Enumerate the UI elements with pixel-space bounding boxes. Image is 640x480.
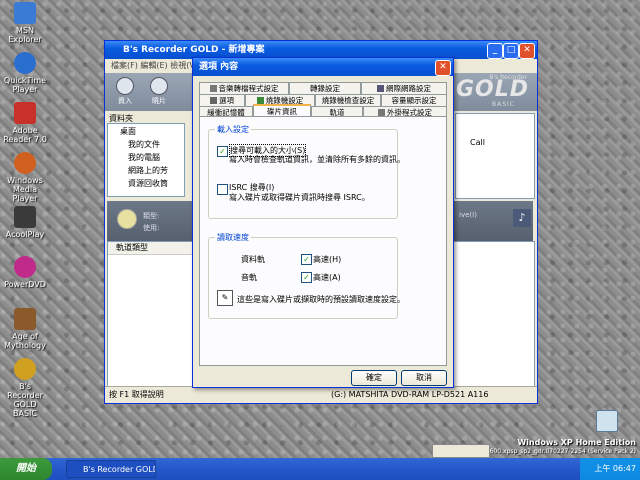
used-label: 使用: [143,224,160,232]
audio-high-label[interactable]: 高速(A) [313,272,341,283]
desktop-icon-bsrecorder[interactable]: B's Recorder GOLD BASIC [2,358,48,418]
acoolplay-icon [14,206,36,228]
music-icon[interactable]: ♪ [513,209,531,227]
desktop-icon-label: PowerDVD [4,280,46,289]
desktop-icon-label: AcoolPlay [5,230,45,239]
tab-label: 網際網路設定 [386,84,431,93]
data-high-checkbox[interactable]: ✓ [301,254,312,265]
tool-import[interactable]: 資入 [111,76,139,108]
task-label: B's Recorder GOLD - ... [83,465,155,474]
tree-item[interactable]: 網路上的芳 [108,163,184,176]
tab-label: 轉錄設定 [310,84,340,93]
tool-label: 曉片 [152,97,166,105]
folder-tree[interactable]: 桌面 我的文件 我的電腦 網路上的芳 資源回收筒 [107,123,185,197]
tab-label: 選項 [219,96,234,105]
globe-icon [377,85,384,92]
taskbar-item-bsrecorder[interactable]: B's Recorder GOLD - ... [66,460,156,478]
load-settings-title: 載入設定 [215,124,251,135]
audio-track-label: 音軌 [241,273,257,282]
msn-icon [14,2,36,24]
tree-item[interactable]: 我的電腦 [108,150,184,163]
watermark-line1: Windows XP Home Edition [517,438,636,447]
start-button[interactable]: 開始 [0,458,52,480]
desktop-icon-label: MSN Explorer [8,26,42,44]
cancel-button[interactable]: 取消 [401,370,447,386]
speed-info-icon: ✎ [217,290,233,306]
desktop-icon-label: Windows Media Player [7,176,43,203]
powerdvd-icon [14,256,36,278]
maximize-button[interactable]: □ [503,43,519,59]
data-high-label[interactable]: 高速(H) [313,254,341,265]
file-item[interactable]: Call [470,138,485,147]
tool-label: 資入 [118,97,132,105]
system-tray: 上午 06:47 [580,458,640,480]
options-dialog: 選項 內容 ✕ 音樂轉檔程式設定 轉錄設定 網際網路設定 選項 燒錄機設定 燒錄… [192,57,454,388]
music-icon [209,85,217,92]
quicktime-icon [14,52,36,74]
data-track-label: 資料軌 [241,255,265,264]
column-header[interactable]: 軌道類型 [108,242,194,255]
read-speed-title: 讀取速度 [215,232,251,243]
status-bar: 按 F1 取得說明 (G:) MATSHITA DVD-RAM LP-D521 … [105,386,537,403]
tab-label: 容量顯示設定 [391,96,437,105]
bs-recorder-icon [14,358,36,380]
cd-icon [117,209,137,229]
main-window-title: B's Recorder GOLD - 新增專案 [123,45,265,55]
dialog-title: 選項 內容 [199,62,239,72]
burner-icon [256,97,264,104]
logo-edition: BASIC [492,101,515,108]
tray-popup[interactable] [432,444,490,458]
tool-disc[interactable]: 曉片 [145,76,173,108]
close-button[interactable]: ✕ [519,43,535,59]
drive-label: ive(I) [459,211,477,219]
tab-label: 音樂轉檔程式設定 [218,84,279,93]
adobe-reader-icon [14,102,36,124]
file-panel[interactable]: Call [455,113,535,199]
tab-label: 碟片資訊 [267,107,297,116]
disc-info-page: 載入設定 ✓ 搜尋可載入的大小(S) 寫入時會檢查軌道資訊，並清除所有多餘的資訊… [199,116,447,366]
dialog-title-bar[interactable]: 選項 內容 ✕ [193,58,453,76]
search-size-checkbox[interactable]: ✓ [217,146,228,157]
desktop-icon-msn[interactable]: MSN Explorer [2,2,48,44]
clock[interactable]: 上午 06:47 [594,464,636,473]
dialog-close-button[interactable]: ✕ [435,60,451,76]
desktop-icon-label: Adobe Reader 7.0 [3,126,47,144]
import-icon [116,77,134,95]
tree-item[interactable]: 我的文件 [108,137,184,150]
plugin-icon [378,109,385,116]
taskbar: 開始 B's Recorder GOLD - ... 上午 06:47 [0,458,640,480]
disc-icon [150,77,168,95]
ok-button[interactable]: 確定 [351,370,397,386]
minimize-button[interactable]: _ [487,43,503,59]
audio-high-checkbox[interactable]: ✓ [301,272,312,283]
desktop-icon-aom[interactable]: Age of Mythology [2,308,48,350]
status-help: 按 F1 取得說明 [109,390,164,399]
desktop-icon-adobe[interactable]: Adobe Reader 7.0 [2,102,48,144]
tree-item[interactable]: 資源回收筒 [108,176,184,189]
watermark-line2: Build 2600.xpsp_sp2_gdr.070227-2254 (Ser… [468,448,636,455]
tree-item[interactable]: 桌面 [108,124,184,137]
isrc-checkbox[interactable] [217,184,228,195]
read-speed-group: 讀取速度 資料軌 ✓ 高速(H) 音軌 ✓ 高速(A) ✎ 這些是寫入碟片或擷取… [208,232,405,319]
age-of-mythology-icon [14,308,36,330]
isrc-desc: 寫入碟片或取得碟片資訊時搜尋 ISRC。 [229,193,370,202]
desktop-icon-acoolplay[interactable]: AcoolPlay [2,206,48,239]
logo-gold: GOLD [455,77,529,102]
tab-label: 燒錄機檢查設定 [321,96,375,105]
media-player-icon [14,152,36,174]
desktop-icon-quicktime[interactable]: QuickTime Player [2,52,48,94]
recycle-bin-icon[interactable] [596,410,618,432]
desktop-icon-wmp[interactable]: Windows Media Player [2,152,48,203]
desktop-icon-label: QuickTime Player [3,76,47,94]
type-label: 類型: [143,212,160,220]
status-drive: (G:) MATSHITA DVD-RAM LP-D521 A116 [331,390,489,399]
load-settings-group: 載入設定 ✓ 搜尋可載入的大小(S) 寫入時會檢查軌道資訊，並清除所有多餘的資訊… [208,124,405,219]
speed-note: 這些是寫入碟片或擷取時的預設讀取速度設定。 [237,295,405,304]
search-size-desc: 寫入時會檢查軌道資訊，並清除所有多餘的資訊。 [229,155,405,164]
desktop-icon-powerdvd[interactable]: PowerDVD [2,256,48,289]
start-label: 開始 [16,463,36,474]
desktop-icon-label: Age of Mythology [4,332,46,350]
options-icon [210,97,217,104]
desktop-icon-label: B's Recorder GOLD BASIC [7,382,43,418]
